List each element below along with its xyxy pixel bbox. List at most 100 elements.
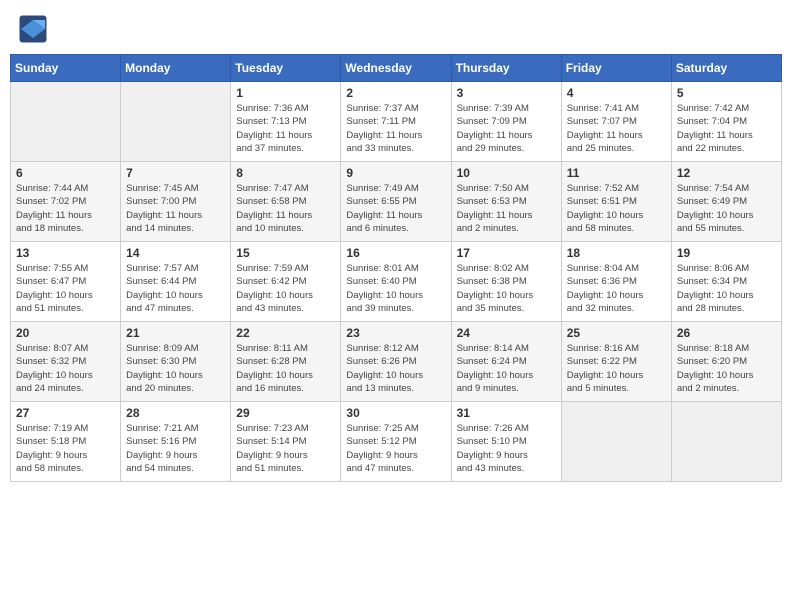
logo-icon bbox=[18, 14, 48, 44]
day-number: 30 bbox=[346, 406, 445, 420]
day-info: Sunrise: 7:45 AM Sunset: 7:00 PM Dayligh… bbox=[126, 182, 225, 235]
day-info: Sunrise: 7:36 AM Sunset: 7:13 PM Dayligh… bbox=[236, 102, 335, 155]
day-header-monday: Monday bbox=[121, 55, 231, 82]
day-number: 29 bbox=[236, 406, 335, 420]
day-cell: 2 Sunrise: 7:37 AM Sunset: 7:11 PM Daylig… bbox=[341, 82, 451, 162]
day-cell: 31 Sunrise: 7:26 AM Sunset: 5:10 PM Dayli… bbox=[451, 402, 561, 482]
day-cell: 10Sunrise: 7:50 AM Sunset: 6:53 PM Dayli… bbox=[451, 162, 561, 242]
day-cell: 14Sunrise: 7:57 AM Sunset: 6:44 PM Dayli… bbox=[121, 242, 231, 322]
day-number: 21 bbox=[126, 326, 225, 340]
day-header-saturday: Saturday bbox=[671, 55, 781, 82]
day-info: Sunrise: 8:07 AM Sunset: 6:32 PM Dayligh… bbox=[16, 342, 115, 395]
day-cell: 26 Sunrise: 8:18 AM Sunset: 6:20 PM Dayli… bbox=[671, 322, 781, 402]
day-cell: 25 Sunrise: 8:16 AM Sunset: 6:22 PM Dayli… bbox=[561, 322, 671, 402]
day-info: Sunrise: 8:02 AM Sunset: 6:38 PM Dayligh… bbox=[457, 262, 556, 315]
day-info: Sunrise: 7:25 AM Sunset: 5:12 PM Dayligh… bbox=[346, 422, 445, 475]
day-info: Sunrise: 8:09 AM Sunset: 6:30 PM Dayligh… bbox=[126, 342, 225, 395]
day-number: 31 bbox=[457, 406, 556, 420]
day-cell: 21 Sunrise: 8:09 AM Sunset: 6:30 PM Dayli… bbox=[121, 322, 231, 402]
day-cell: 22Sunrise: 8:11 AM Sunset: 6:28 PM Dayli… bbox=[231, 322, 341, 402]
day-info: Sunrise: 7:42 AM Sunset: 7:04 PM Dayligh… bbox=[677, 102, 776, 155]
day-info: Sunrise: 8:12 AM Sunset: 6:26 PM Dayligh… bbox=[346, 342, 445, 395]
day-cell: 11 Sunrise: 7:52 AM Sunset: 6:51 PM Dayli… bbox=[561, 162, 671, 242]
day-info: Sunrise: 8:14 AM Sunset: 6:24 PM Dayligh… bbox=[457, 342, 556, 395]
day-info: Sunrise: 8:11 AM Sunset: 6:28 PM Dayligh… bbox=[236, 342, 335, 395]
day-info: Sunrise: 7:41 AM Sunset: 7:07 PM Dayligh… bbox=[567, 102, 666, 155]
day-cell: 3Sunrise: 7:39 AM Sunset: 7:09 PM Daylig… bbox=[451, 82, 561, 162]
day-number: 28 bbox=[126, 406, 225, 420]
day-cell: 15 Sunrise: 7:59 AM Sunset: 6:42 PM Dayli… bbox=[231, 242, 341, 322]
day-number: 1 bbox=[236, 86, 335, 100]
day-number: 4 bbox=[567, 86, 666, 100]
day-cell: 12 Sunrise: 7:54 AM Sunset: 6:49 PM Dayli… bbox=[671, 162, 781, 242]
day-info: Sunrise: 8:01 AM Sunset: 6:40 PM Dayligh… bbox=[346, 262, 445, 315]
day-info: Sunrise: 7:19 AM Sunset: 5:18 PM Dayligh… bbox=[16, 422, 115, 475]
day-number: 18 bbox=[567, 246, 666, 260]
day-number: 16 bbox=[346, 246, 445, 260]
day-number: 20 bbox=[16, 326, 115, 340]
page-header bbox=[10, 10, 782, 48]
day-info: Sunrise: 7:49 AM Sunset: 6:55 PM Dayligh… bbox=[346, 182, 445, 235]
day-number: 2 bbox=[346, 86, 445, 100]
day-cell bbox=[121, 82, 231, 162]
day-number: 23 bbox=[346, 326, 445, 340]
day-number: 12 bbox=[677, 166, 776, 180]
day-cell: 24 Sunrise: 8:14 AM Sunset: 6:24 PM Dayli… bbox=[451, 322, 561, 402]
day-number: 15 bbox=[236, 246, 335, 260]
day-cell: 18 Sunrise: 8:04 AM Sunset: 6:36 PM Dayli… bbox=[561, 242, 671, 322]
day-info: Sunrise: 8:18 AM Sunset: 6:20 PM Dayligh… bbox=[677, 342, 776, 395]
calendar-table: SundayMondayTuesdayWednesdayThursdayFrid… bbox=[10, 54, 782, 482]
day-number: 17 bbox=[457, 246, 556, 260]
day-number: 13 bbox=[16, 246, 115, 260]
day-cell bbox=[11, 82, 121, 162]
day-info: Sunrise: 7:44 AM Sunset: 7:02 PM Dayligh… bbox=[16, 182, 115, 235]
week-row-4: 20 Sunrise: 8:07 AM Sunset: 6:32 PM Dayli… bbox=[11, 322, 782, 402]
week-row-1: 1 Sunrise: 7:36 AM Sunset: 7:13 PM Daylig… bbox=[11, 82, 782, 162]
day-info: Sunrise: 8:16 AM Sunset: 6:22 PM Dayligh… bbox=[567, 342, 666, 395]
day-info: Sunrise: 8:06 AM Sunset: 6:34 PM Dayligh… bbox=[677, 262, 776, 315]
day-header-tuesday: Tuesday bbox=[231, 55, 341, 82]
day-cell: 7 Sunrise: 7:45 AM Sunset: 7:00 PM Daylig… bbox=[121, 162, 231, 242]
day-cell: 8 Sunrise: 7:47 AM Sunset: 6:58 PM Daylig… bbox=[231, 162, 341, 242]
day-header-thursday: Thursday bbox=[451, 55, 561, 82]
day-info: Sunrise: 7:23 AM Sunset: 5:14 PM Dayligh… bbox=[236, 422, 335, 475]
day-cell: 5Sunrise: 7:42 AM Sunset: 7:04 PM Daylig… bbox=[671, 82, 781, 162]
day-header-sunday: Sunday bbox=[11, 55, 121, 82]
day-number: 3 bbox=[457, 86, 556, 100]
day-cell: 1 Sunrise: 7:36 AM Sunset: 7:13 PM Daylig… bbox=[231, 82, 341, 162]
day-cell: 28 Sunrise: 7:21 AM Sunset: 5:16 PM Dayli… bbox=[121, 402, 231, 482]
day-cell: 19Sunrise: 8:06 AM Sunset: 6:34 PM Dayli… bbox=[671, 242, 781, 322]
day-cell: 29 Sunrise: 7:23 AM Sunset: 5:14 PM Dayli… bbox=[231, 402, 341, 482]
day-info: Sunrise: 7:55 AM Sunset: 6:47 PM Dayligh… bbox=[16, 262, 115, 315]
day-cell bbox=[561, 402, 671, 482]
day-number: 9 bbox=[346, 166, 445, 180]
day-number: 11 bbox=[567, 166, 666, 180]
day-cell: 4 Sunrise: 7:41 AM Sunset: 7:07 PM Daylig… bbox=[561, 82, 671, 162]
day-info: Sunrise: 7:37 AM Sunset: 7:11 PM Dayligh… bbox=[346, 102, 445, 155]
day-number: 7 bbox=[126, 166, 225, 180]
day-info: Sunrise: 7:21 AM Sunset: 5:16 PM Dayligh… bbox=[126, 422, 225, 475]
day-number: 25 bbox=[567, 326, 666, 340]
day-number: 24 bbox=[457, 326, 556, 340]
day-cell: 20 Sunrise: 8:07 AM Sunset: 6:32 PM Dayli… bbox=[11, 322, 121, 402]
day-cell: 30 Sunrise: 7:25 AM Sunset: 5:12 PM Dayli… bbox=[341, 402, 451, 482]
day-header-friday: Friday bbox=[561, 55, 671, 82]
day-header-wednesday: Wednesday bbox=[341, 55, 451, 82]
day-info: Sunrise: 7:47 AM Sunset: 6:58 PM Dayligh… bbox=[236, 182, 335, 235]
day-info: Sunrise: 7:26 AM Sunset: 5:10 PM Dayligh… bbox=[457, 422, 556, 475]
day-cell: 27Sunrise: 7:19 AM Sunset: 5:18 PM Dayli… bbox=[11, 402, 121, 482]
header-row: SundayMondayTuesdayWednesdayThursdayFrid… bbox=[11, 55, 782, 82]
day-cell: 17 Sunrise: 8:02 AM Sunset: 6:38 PM Dayli… bbox=[451, 242, 561, 322]
day-number: 6 bbox=[16, 166, 115, 180]
week-row-2: 6 Sunrise: 7:44 AM Sunset: 7:02 PM Daylig… bbox=[11, 162, 782, 242]
day-cell: 9 Sunrise: 7:49 AM Sunset: 6:55 PM Daylig… bbox=[341, 162, 451, 242]
day-info: Sunrise: 8:04 AM Sunset: 6:36 PM Dayligh… bbox=[567, 262, 666, 315]
day-cell: 13 Sunrise: 7:55 AM Sunset: 6:47 PM Dayli… bbox=[11, 242, 121, 322]
day-info: Sunrise: 7:52 AM Sunset: 6:51 PM Dayligh… bbox=[567, 182, 666, 235]
day-number: 14 bbox=[126, 246, 225, 260]
day-number: 26 bbox=[677, 326, 776, 340]
day-info: Sunrise: 7:54 AM Sunset: 6:49 PM Dayligh… bbox=[677, 182, 776, 235]
day-info: Sunrise: 7:59 AM Sunset: 6:42 PM Dayligh… bbox=[236, 262, 335, 315]
week-row-3: 13 Sunrise: 7:55 AM Sunset: 6:47 PM Dayli… bbox=[11, 242, 782, 322]
day-number: 8 bbox=[236, 166, 335, 180]
